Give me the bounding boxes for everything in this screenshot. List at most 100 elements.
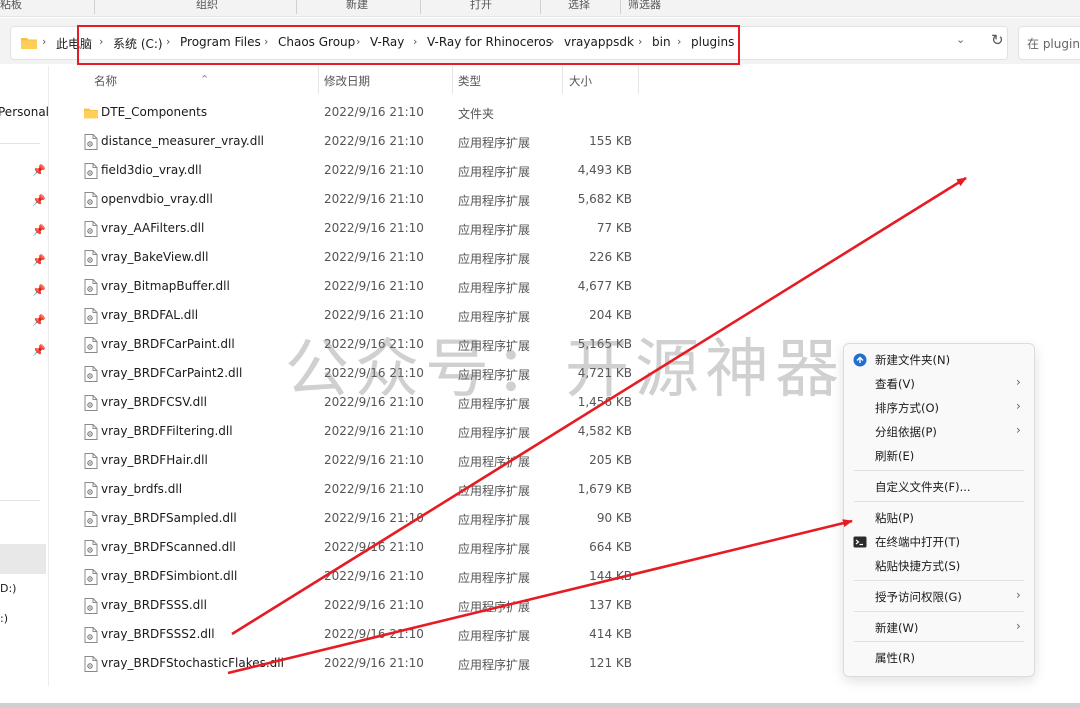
menu-item-properties[interactable]: 属性(R) (844, 646, 1034, 670)
file-name: openvdbio_vray.dll (101, 192, 213, 206)
ribbon-new-label[interactable]: 新建 (346, 0, 368, 12)
menu-item-new[interactable]: 新建(W) › (844, 616, 1034, 640)
pin-icon[interactable]: 📌 (32, 314, 46, 327)
file-size: 137 KB (589, 598, 632, 612)
menu-item-label: 粘贴快捷方式(S) (875, 559, 961, 573)
ribbon-organize-label[interactable]: 组织 (196, 0, 218, 12)
column-divider[interactable] (638, 66, 639, 94)
menu-item-new-folder[interactable]: 新建文件夹(N) (844, 348, 1034, 372)
file-row[interactable]: DTE_Components 2022/9/16 21:10 文件夹 (62, 98, 692, 127)
file-row[interactable]: field3dio_vray.dll 2022/9/16 21:10 应用程序扩展 4… (62, 156, 692, 185)
dll-file-icon (84, 250, 98, 266)
file-type: 文件夹 (458, 107, 495, 121)
nav-item-drive-d[interactable]: D:) (0, 582, 16, 595)
file-row[interactable]: openvdbio_vray.dll 2022/9/16 21:10 应用程序扩展 5… (62, 185, 692, 214)
dll-file-icon (84, 192, 98, 208)
file-name: vray_BRDFHair.dll (101, 453, 208, 467)
dll-file-icon (84, 627, 98, 643)
file-row[interactable]: vray_AAFilters.dll 2022/9/16 21:10 应用程序扩展 7… (62, 214, 692, 243)
ribbon-divider (94, 0, 95, 14)
menu-item-customize-folder[interactable]: 自定义文件夹(F)... (844, 475, 1034, 499)
menu-item-paste-shortcut[interactable]: 粘贴快捷方式(S) (844, 554, 1034, 578)
menu-item-paste[interactable]: 粘贴(P) (844, 506, 1034, 530)
nav-item-selected[interactable] (0, 544, 46, 574)
file-size: 4,493 KB (577, 163, 632, 177)
nav-item-personal[interactable]: Personal (0, 105, 49, 119)
menu-item-sort-by[interactable]: 排序方式(O) › (844, 396, 1034, 420)
file-row[interactable]: vray_BRDFFiltering.dll 2022/9/16 21:10 应用程… (62, 417, 692, 446)
file-date: 2022/9/16 21:10 (324, 424, 424, 438)
column-header-name[interactable]: 名称 (94, 73, 117, 89)
breadcrumb-separator-icon: › (42, 35, 47, 48)
file-type: 应用程序扩展 (458, 165, 531, 179)
chevron-right-icon: › (1016, 619, 1021, 633)
file-row[interactable]: vray_BitmapBuffer.dll 2022/9/16 21:10 应用程序… (62, 272, 692, 301)
dll-file-icon (84, 308, 98, 324)
column-header-date[interactable]: 修改日期 (324, 73, 370, 89)
file-date: 2022/9/16 21:10 (324, 105, 424, 119)
dll-file-icon (84, 424, 98, 440)
file-date: 2022/9/16 21:10 (324, 627, 424, 641)
file-row[interactable]: vray_BRDFHair.dll 2022/9/16 21:10 应用程序扩展 20… (62, 446, 692, 475)
file-type: 应用程序扩展 (458, 136, 531, 150)
dll-file-icon (84, 511, 98, 527)
column-divider[interactable] (562, 66, 563, 94)
file-name: vray_BRDFSimbiont.dll (101, 569, 238, 583)
file-row[interactable]: vray_BRDFSSS.dll 2022/9/16 21:10 应用程序扩展 137… (62, 591, 692, 620)
file-row[interactable]: distance_measurer_vray.dll 2022/9/16 21:1… (62, 127, 692, 156)
file-row[interactable]: vray_BRDFSSS2.dll 2022/9/16 21:10 应用程序扩展 41… (62, 620, 692, 649)
nav-item-drive[interactable]: :) (0, 612, 8, 625)
ribbon-clipboard-label[interactable]: 粘板 (0, 0, 22, 12)
file-row[interactable]: vray_BRDFSimbiont.dll 2022/9/16 21:10 应用程序… (62, 562, 692, 591)
column-divider[interactable] (318, 66, 319, 94)
pin-icon[interactable]: 📌 (32, 164, 46, 177)
menu-item-open-in-terminal[interactable]: 在终端中打开(T) (844, 530, 1034, 554)
file-row[interactable]: vray_BRDFStochasticFlakes.dll 2022/9/16 2… (62, 649, 692, 678)
chevron-down-icon[interactable]: ⌄ (956, 33, 965, 46)
file-name: vray_BRDFFiltering.dll (101, 424, 233, 438)
column-header-type[interactable]: 类型 (458, 73, 481, 89)
file-size: 155 KB (589, 134, 632, 148)
pin-icon[interactable]: 📌 (32, 284, 46, 297)
file-name: vray_BRDFAL.dll (101, 308, 199, 322)
file-date: 2022/9/16 21:10 (324, 540, 424, 554)
refresh-icon[interactable]: ↻ (991, 31, 1004, 49)
dll-file-icon (84, 366, 98, 382)
file-name: distance_measurer_vray.dll (101, 134, 264, 148)
dll-file-icon (84, 134, 98, 150)
ribbon-select-label[interactable]: 选择 (568, 0, 590, 12)
file-row[interactable]: vray_BRDFScanned.dll 2022/9/16 21:10 应用程序扩… (62, 533, 692, 562)
file-row[interactable]: vray_BakeView.dll 2022/9/16 21:10 应用程序扩展 22… (62, 243, 692, 272)
menu-separator (854, 641, 1024, 642)
pin-icon[interactable]: 📌 (32, 344, 46, 357)
menu-item-group-by[interactable]: 分组依据(P) › (844, 420, 1034, 444)
file-name: vray_BRDFCarPaint2.dll (101, 366, 243, 380)
file-row[interactable]: vray_brdfs.dll 2022/9/16 21:10 应用程序扩展 1,679… (62, 475, 692, 504)
file-date: 2022/9/16 21:10 (324, 163, 424, 177)
column-header-size[interactable]: 大小 (569, 73, 592, 89)
column-divider[interactable] (452, 66, 453, 94)
watermark-text: 公众号：开源神器 (285, 333, 845, 407)
file-row[interactable]: vray_BRDFSampled.dll 2022/9/16 21:10 应用程序扩… (62, 504, 692, 533)
menu-item-give-access[interactable]: 授予访问权限(G) › (844, 585, 1034, 609)
taskbar-edge (0, 703, 1080, 708)
dll-file-icon (84, 395, 98, 411)
context-menu: 新建文件夹(N) 查看(V) › 排序方式(O) › 分组依据(P) › 刷新(E) 自定义文件… (843, 343, 1035, 677)
ribbon-filter-label[interactable]: 筛选器 (628, 0, 661, 12)
pin-icon[interactable]: 📌 (32, 194, 46, 207)
ribbon-open-label[interactable]: 打开 (470, 0, 492, 12)
menu-item-view[interactable]: 查看(V) › (844, 372, 1034, 396)
chevron-right-icon: › (1016, 375, 1021, 389)
menu-item-refresh[interactable]: 刷新(E) (844, 444, 1034, 468)
file-type: 应用程序扩展 (458, 542, 531, 556)
pin-icon[interactable]: 📌 (32, 224, 46, 237)
file-type: 应用程序扩展 (458, 658, 531, 672)
menu-item-label: 在终端中打开(T) (875, 535, 960, 549)
menu-separator (854, 580, 1024, 581)
file-name: vray_BakeView.dll (101, 250, 209, 264)
pin-icon[interactable]: 📌 (32, 254, 46, 267)
file-name: vray_BRDFSSS.dll (101, 598, 207, 612)
file-date: 2022/9/16 21:10 (324, 134, 424, 148)
search-input[interactable]: 在 plugins (1018, 26, 1080, 60)
ribbon-divider (540, 0, 541, 14)
